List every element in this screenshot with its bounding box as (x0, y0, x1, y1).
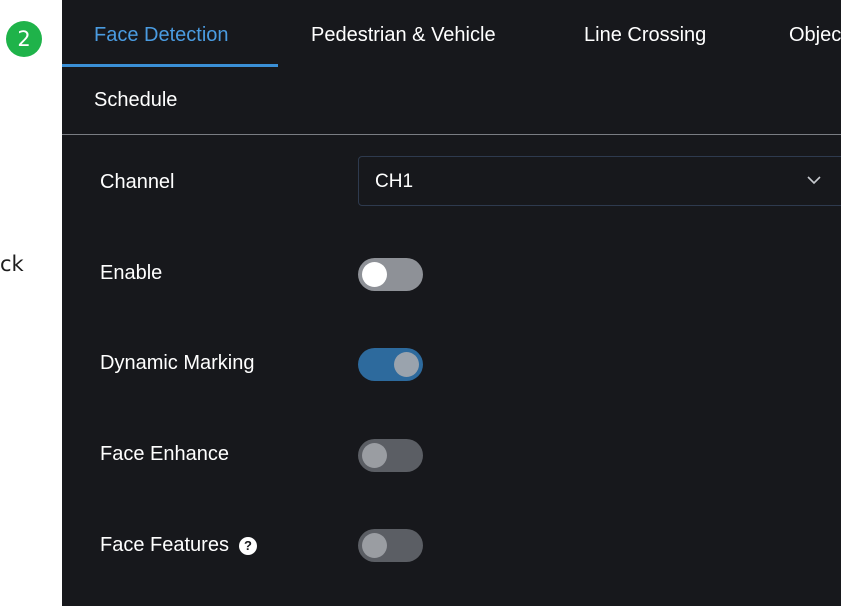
tab-bar: Face Detection Pedestrian & Vehicle Line… (62, 0, 841, 135)
toggle-knob (362, 262, 387, 287)
help-icon[interactable]: ? (238, 536, 257, 555)
face-features-label: Face Features (100, 534, 229, 556)
toggle-knob (362, 533, 387, 558)
channel-label: Channel (100, 171, 175, 193)
face-enhance-toggle[interactable] (358, 439, 423, 472)
tab-schedule[interactable]: Schedule (94, 89, 177, 112)
tab-face-detection[interactable]: Face Detection (94, 24, 229, 47)
face-enhance-label: Face Enhance (100, 443, 229, 465)
dynamic-marking-label: Dynamic Marking (100, 352, 255, 374)
dynamic-marking-toggle[interactable] (358, 348, 423, 381)
step-number-badge: 2 (6, 21, 42, 57)
face-features-toggle[interactable] (358, 529, 423, 562)
active-tab-indicator (62, 64, 278, 67)
page: ck 2 Face Detection Pedestrian & Vehicle… (0, 0, 841, 606)
enable-toggle[interactable] (358, 258, 423, 291)
chevron-down-icon (807, 176, 821, 185)
tab-object[interactable]: Objec (789, 24, 841, 47)
channel-select-value: CH1 (375, 171, 414, 192)
tab-line-crossing[interactable]: Line Crossing (584, 24, 706, 47)
channel-select[interactable]: CH1 (358, 156, 841, 206)
settings-panel: Face Detection Pedestrian & Vehicle Line… (62, 0, 841, 606)
face-features-row-label: Face Features ? (100, 534, 257, 557)
side-text-fragment: ck (0, 252, 24, 276)
enable-label: Enable (100, 262, 163, 284)
tab-pedestrian-vehicle[interactable]: Pedestrian & Vehicle (311, 24, 496, 47)
toggle-knob (394, 352, 419, 377)
toggle-knob (362, 443, 387, 468)
